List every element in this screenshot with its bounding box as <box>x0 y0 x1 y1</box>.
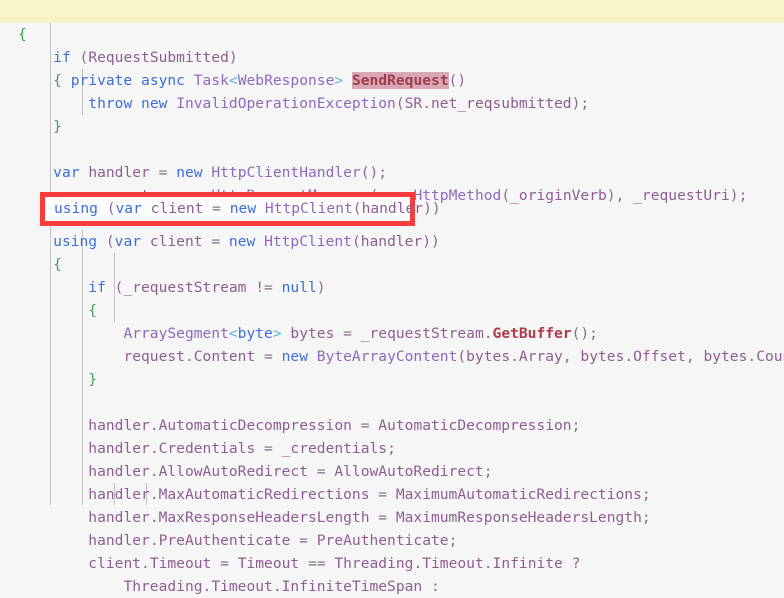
ns-threading: Threading <box>334 555 414 572</box>
ident-client: client <box>88 555 142 572</box>
type-httpclient: HttpClient <box>264 233 352 250</box>
prop-preauthenticate: PreAuthenticate <box>316 532 449 549</box>
ident-handler: handler <box>88 486 150 503</box>
code-line[interactable]: throw new InvalidOperationException(SR.n… <box>0 92 784 115</box>
ident-handler: handler <box>88 532 150 549</box>
prop-automaticdecompression: AutomaticDecompression <box>378 417 572 434</box>
code-line[interactable]: var handler = new HttpClientHandler(); <box>0 161 784 184</box>
highlighted-using-statement: using (var client = new HttpClient(handl… <box>54 200 441 217</box>
code-line-blank[interactable] <box>0 138 784 161</box>
member-maxautomaticredirections: MaxAutomaticRedirections <box>158 486 370 503</box>
kw-new: new <box>281 348 308 365</box>
prop-maximumresponseheaderslength: MaximumResponseHeadersLength <box>395 509 642 526</box>
code-line-using[interactable]: using (var client = new HttpClient(handl… <box>0 230 784 253</box>
kw-byte: byte <box>237 325 273 342</box>
code-line[interactable]: if (RequestSubmitted) <box>0 46 784 69</box>
code-line[interactable]: if (_requestStream != null) <box>0 276 784 299</box>
ident-handler: handler <box>88 417 150 434</box>
type-httpclient: HttpClient <box>264 200 353 217</box>
type-invalidoperationexception: InvalidOperationException <box>176 95 396 112</box>
code-line[interactable]: handler.MaxResponseHeadersLength = Maxim… <box>0 506 784 529</box>
ident-requeststream: _requestStream <box>123 279 247 296</box>
ident-requeststream: _requestStream <box>360 325 484 342</box>
ident-handler: handler <box>88 440 150 457</box>
ident-net-reqsubmitted: net_reqsubmitted <box>431 95 572 112</box>
code-line-blank[interactable] <box>0 391 784 414</box>
member-array: Array <box>518 348 563 365</box>
kw-if: if <box>88 279 106 296</box>
code-line[interactable]: } <box>0 368 784 391</box>
code-line[interactable]: client.Timeout = Timeout == Threading.Ti… <box>0 552 784 575</box>
code-line[interactable]: handler.AutomaticDecompression = Automat… <box>0 414 784 437</box>
code-editor[interactable]: private async Task<WebResponse> SendRequ… <box>0 0 784 595</box>
ident-client: client <box>149 233 203 250</box>
kw-new: new <box>141 95 168 112</box>
brace-open: { <box>53 256 62 273</box>
prop-timeout: Timeout <box>237 555 300 572</box>
ident-handler: handler <box>88 509 150 526</box>
code-line-signature[interactable]: private async Task<WebResponse> SendRequ… <box>0 0 784 89</box>
ident-originverb: _originVerb <box>510 187 607 204</box>
prop-allowautoredirect: AllowAutoRedirect <box>334 463 484 480</box>
kw-new: new <box>229 200 257 217</box>
kw-if: if <box>53 49 71 66</box>
brace-close: } <box>88 371 98 388</box>
brace-open: { <box>18 26 27 43</box>
member-maxresponseheaderslength: MaxResponseHeadersLength <box>158 509 370 526</box>
ident-handler: handler <box>88 164 150 181</box>
ident-handler: handler <box>88 463 150 480</box>
member-allowautoredirect: AllowAutoRedirect <box>158 463 308 480</box>
code-line[interactable]: ArraySegment<byte> bytes = _requestStrea… <box>0 322 784 345</box>
code-line[interactable]: { <box>0 253 784 276</box>
type-httpclienthandler: HttpClientHandler <box>211 164 361 181</box>
kw-var: var <box>53 164 80 181</box>
member-offset: Offset <box>633 348 686 365</box>
kw-new: new <box>176 164 203 181</box>
kw-using: using <box>53 233 98 250</box>
ident-request: request <box>123 348 185 365</box>
type-bytearraycontent: ByteArrayContent <box>316 348 458 365</box>
code-line[interactable]: request.Content = new ByteArrayContent(b… <box>0 345 784 368</box>
brace-close: } <box>53 118 62 135</box>
kw-throw: throw <box>88 95 133 112</box>
member-credentials: Credentials <box>158 440 256 457</box>
kw-var: var <box>114 233 142 250</box>
member-preauthenticate: PreAuthenticate <box>158 532 291 549</box>
code-line[interactable]: } <box>0 115 784 138</box>
ident-requesturi: _requestUri <box>633 187 730 204</box>
member-timeout: Timeout <box>149 555 212 572</box>
member-infinitetimespan: InfiniteTimeSpan <box>281 578 423 595</box>
prop-maximumautomaticredirections: MaximumAutomaticRedirections <box>395 486 642 503</box>
kw-new: new <box>228 233 256 250</box>
ident-bytes: bytes <box>290 325 335 342</box>
kw-using: using <box>54 200 98 217</box>
code-line[interactable]: { <box>0 23 784 46</box>
member-automaticdecompression: AutomaticDecompression <box>158 417 352 434</box>
code-line[interactable]: handler.MaxAutomaticRedirections = Maxim… <box>0 483 784 506</box>
code-line[interactable]: handler.PreAuthenticate = PreAuthenticat… <box>0 529 784 552</box>
member-content: Content <box>193 348 256 365</box>
ident-client: client <box>150 200 204 217</box>
member-getbuffer: GetBuffer <box>492 325 572 342</box>
type-arraysegment: ArraySegment <box>123 325 229 342</box>
brace-open: { <box>88 302 98 319</box>
field-credentials: _credentials <box>281 440 388 457</box>
ident-requestsubmitted: RequestSubmitted <box>88 49 229 66</box>
ident-handler: handler <box>360 233 423 250</box>
kw-null: null <box>281 279 317 296</box>
ns-threading: Threading <box>123 578 203 595</box>
kw-var: var <box>115 200 142 217</box>
code-line[interactable]: handler.Credentials = _credentials; <box>0 437 784 460</box>
brace-open: { <box>53 72 62 89</box>
red-rectangle-highlight: using (var client = new HttpClient(handl… <box>40 192 441 226</box>
member-count: Count <box>756 348 784 365</box>
member-infinite: Infinite <box>492 555 563 572</box>
code-line[interactable]: { <box>0 69 784 92</box>
code-line[interactable]: handler.AllowAutoRedirect = AllowAutoRed… <box>0 460 784 483</box>
code-line[interactable]: { <box>0 299 784 322</box>
code-line[interactable]: Threading.Timeout.InfiniteTimeSpan : <box>0 575 784 598</box>
ident-handler: handler <box>361 200 424 217</box>
